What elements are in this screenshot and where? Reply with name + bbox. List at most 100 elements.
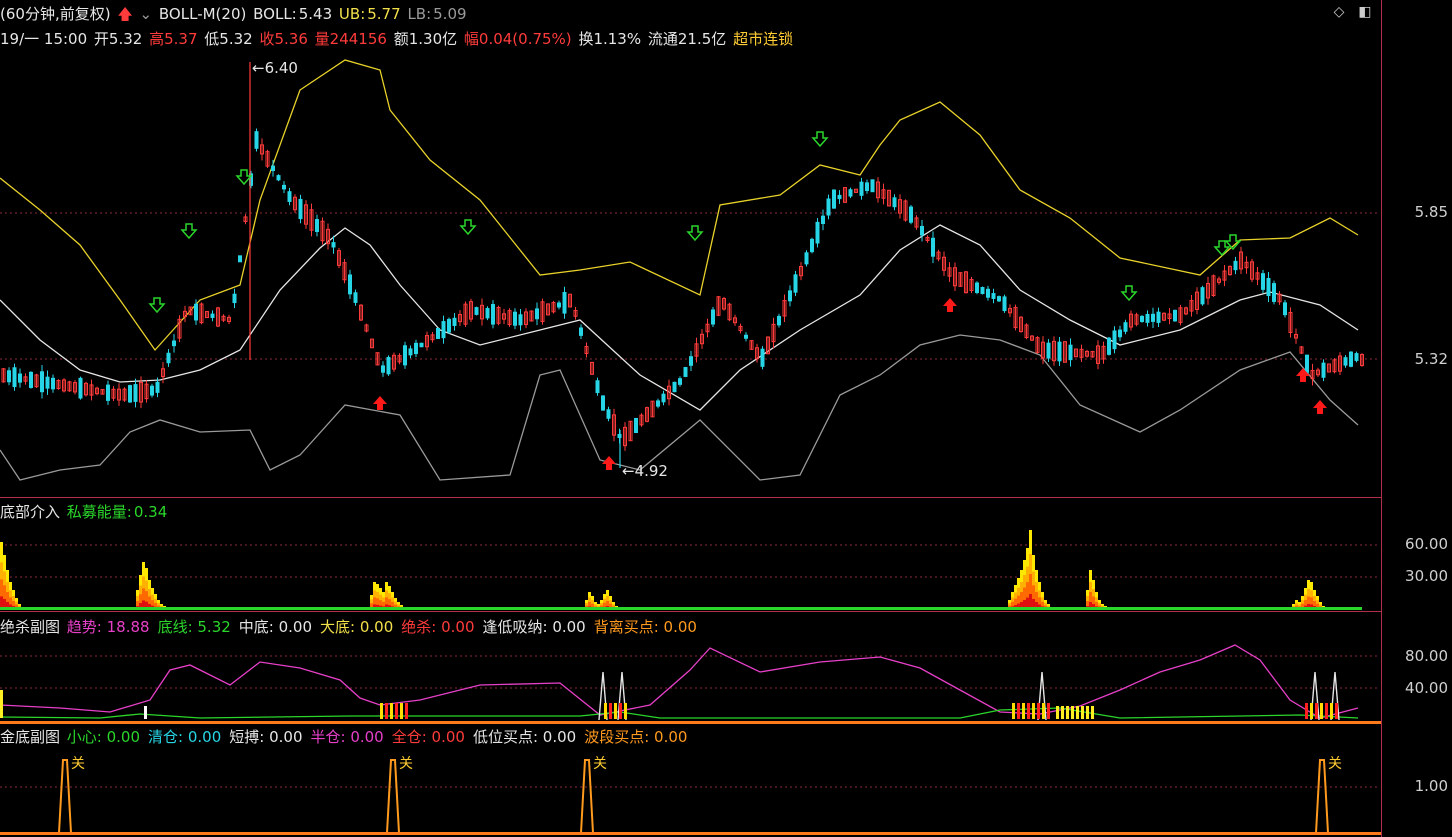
bottom-border: [0, 832, 1382, 835]
candle-body: [980, 287, 985, 294]
buy-signal-spike: [580, 759, 594, 834]
green-down-arrow-icon: [180, 223, 198, 240]
panel2-item-6: 背离买点: 0.00: [593, 618, 697, 636]
panel3-item-6: 波段买点: 0.00: [584, 728, 688, 746]
signal-bar: [1330, 703, 1333, 719]
candle-body: [744, 334, 748, 339]
candle-body: [804, 252, 809, 265]
candle-body: [634, 417, 638, 434]
panel2-axis-label-lower: 40.00: [1405, 679, 1448, 697]
candle-body: [441, 321, 446, 339]
signal-bar: [1086, 706, 1089, 719]
candle-body: [348, 274, 352, 295]
buy-signal-spike: [58, 759, 72, 834]
panel2-item-3: 大底: 0.00: [320, 618, 394, 636]
candle-body: [315, 219, 319, 232]
candle-body: [848, 189, 853, 197]
panel1-name[interactable]: 底部介入: [0, 503, 60, 521]
signal-bar: [1305, 703, 1308, 719]
green-down-arrow-icon: [686, 225, 704, 242]
candle-body: [711, 309, 715, 325]
candle-body: [194, 303, 198, 321]
boll-label: BOLL:: [253, 5, 297, 23]
axis-divider: [1381, 0, 1382, 837]
panel1-header: 底部介入 私募能量: 0.34: [0, 501, 169, 522]
green-down-arrow-icon: [811, 131, 829, 148]
panel3-name[interactable]: 金底副图: [0, 728, 60, 746]
candle-body: [1046, 342, 1051, 359]
panel2-item-5: 逢低吸纳: 0.00: [482, 618, 586, 636]
candle-body: [271, 165, 275, 171]
bottom-line: [0, 707, 1359, 719]
diamond-icon[interactable]: ◇: [1331, 4, 1347, 20]
panel-divider-2[interactable]: [0, 611, 1382, 612]
panel2-name[interactable]: 绝杀副图: [0, 618, 60, 636]
candle-body: [419, 342, 424, 348]
quote-open: 开5.32: [93, 30, 143, 48]
signal-bar: [405, 703, 408, 719]
signal-bar: [1012, 703, 1015, 719]
candle-body: [1354, 353, 1359, 361]
signal-bar: [144, 706, 147, 719]
green-down-arrow-icon: [148, 297, 166, 314]
candle-body: [403, 345, 407, 366]
panel3-item-3: 半仓: 0.00: [310, 728, 384, 746]
quote-volume: 量244156: [314, 30, 387, 48]
indicator-name[interactable]: BOLL-M(20): [159, 5, 246, 23]
panel1-axis-label-lower: 30.00: [1405, 567, 1448, 585]
candle-body: [12, 367, 17, 388]
candle-body: [810, 238, 814, 253]
signal-bar: [1037, 703, 1040, 719]
panel2-item-4: 绝杀: 0.00: [401, 618, 475, 636]
candle-body: [287, 191, 292, 202]
candle-body: [997, 296, 1001, 302]
panel2-header: 绝杀副图 趋势: 18.88 底线: 5.32 中底: 0.00 大底: 0.00 绝杀…: [0, 616, 707, 637]
candle-body: [1200, 287, 1205, 305]
candle-body: [832, 189, 836, 209]
candle-body: [656, 400, 660, 407]
candle-body: [1321, 362, 1326, 378]
panel-divider-1[interactable]: [0, 497, 1382, 498]
panel2-item-2: 中底: 0.00: [238, 618, 313, 636]
panel2-item-1: 底线: 5.32: [157, 618, 231, 636]
candle-body: [386, 356, 391, 375]
boll-value: 5.43: [298, 5, 333, 23]
candle-body: [865, 182, 869, 191]
upper-band-line: [0, 59, 1359, 352]
candle-body: [1272, 283, 1276, 302]
quote-close: 收5.36: [259, 30, 308, 48]
signal-bar: [614, 703, 617, 719]
lb-label: LB:: [407, 5, 432, 23]
window-toggle-icon[interactable]: ◧: [1357, 4, 1373, 20]
quote-high: 高5.37: [149, 30, 198, 48]
candle-body: [788, 290, 792, 302]
panel-divider-3[interactable]: [0, 721, 1382, 724]
candle-body: [1151, 313, 1155, 322]
quote-change: 幅0.04(0.75%): [463, 30, 572, 48]
panel1-axis-label-upper: 60.00: [1405, 535, 1448, 553]
candle-body: [1002, 296, 1007, 312]
green-down-arrow-icon: [459, 219, 477, 236]
candle-body: [1112, 330, 1117, 350]
quote-datetime: 19/一 15:00: [0, 30, 88, 48]
signal-bar: [395, 703, 398, 719]
up-arrow-icon: 🡅: [117, 5, 133, 23]
panel3-item: 小心: 0.00 清仓: 0.00 短搏: 0.00 半仓: 0.00 全仓: 0.00…: [67, 728, 696, 746]
signal-bar: [1061, 706, 1064, 719]
candle-body: [436, 327, 440, 339]
buy-signal-spike: [386, 759, 400, 834]
signal-bar: [1310, 703, 1313, 719]
signal-bar: [1091, 706, 1094, 719]
signal-bar: [1017, 703, 1020, 719]
candle-body: [254, 131, 259, 149]
candle-body: [452, 317, 457, 326]
candle-body: [793, 274, 798, 293]
dropdown-circle-icon[interactable]: ⌄: [140, 5, 153, 23]
candle-body: [1118, 329, 1122, 338]
quote-sector[interactable]: 超市连锁: [733, 30, 793, 48]
signal-bar: [1042, 703, 1045, 719]
candle-body: [837, 194, 842, 200]
signal-bar: [604, 703, 607, 719]
ub-label: UB:: [338, 5, 366, 23]
panel1-item-value: 0.34: [133, 503, 168, 521]
